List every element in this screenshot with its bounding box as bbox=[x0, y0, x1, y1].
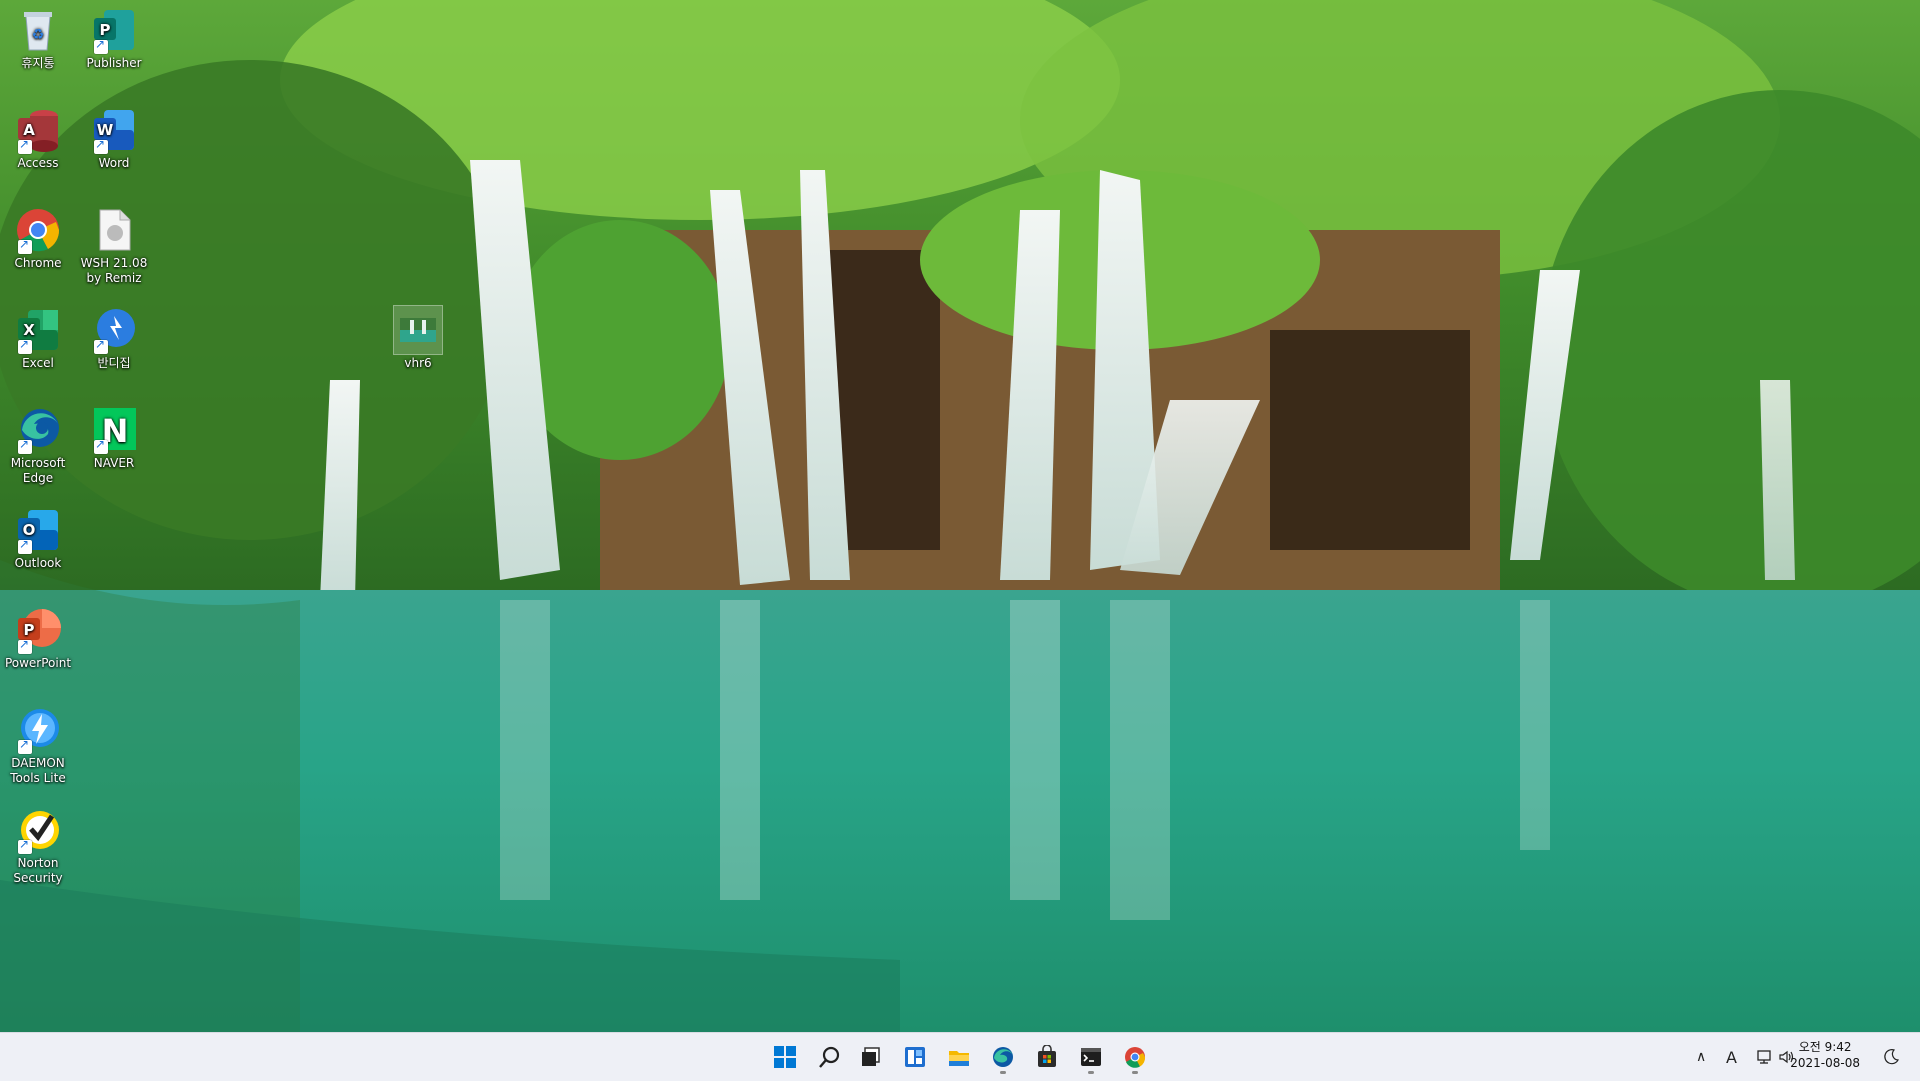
task-view-button[interactable] bbox=[852, 1039, 890, 1075]
task-view-icon bbox=[862, 1047, 880, 1066]
access-icon: A bbox=[14, 106, 62, 154]
store-icon bbox=[1038, 1045, 1056, 1067]
input-method-button[interactable]: A bbox=[1726, 1043, 1737, 1071]
desktop-icon-recycle-bin[interactable]: ♻ 휴지통 bbox=[0, 6, 76, 71]
notifications-button[interactable] bbox=[1882, 1043, 1900, 1071]
daemon-tools-icon bbox=[14, 706, 62, 754]
running-indicator bbox=[1000, 1071, 1006, 1074]
desktop-icon-label: Norton Security bbox=[13, 856, 63, 885]
focus-assist-moon-icon bbox=[1884, 1049, 1899, 1065]
desktop-icon-wsh[interactable]: WSH 21.08 by Remiz bbox=[76, 206, 152, 286]
desktop-icon-bandizip[interactable]: 반디집 bbox=[76, 306, 152, 371]
desktop-icon-powerpoint[interactable]: P PowerPoint bbox=[0, 606, 76, 671]
terminal-icon bbox=[1081, 1048, 1101, 1066]
search-button[interactable] bbox=[810, 1039, 848, 1075]
desktop-icon-publisher[interactable]: P Publisher bbox=[76, 6, 152, 71]
desktop-icon-label: Chrome bbox=[14, 256, 62, 270]
desktop-icon-outlook[interactable]: O Outlook bbox=[0, 506, 76, 571]
chrome-icon bbox=[1125, 1047, 1146, 1068]
desktop-icon-label: Microsoft Edge bbox=[10, 456, 66, 485]
recycle-bin-icon: ♻ bbox=[14, 6, 62, 54]
word-icon: W bbox=[90, 106, 138, 154]
edge-icon bbox=[14, 406, 62, 454]
desktop[interactable]: ♻ 휴지통 P Publisher A Access W Word Chrome bbox=[0, 0, 1920, 1032]
image-file-icon bbox=[393, 305, 443, 355]
widgets-button[interactable] bbox=[896, 1039, 934, 1075]
norton-icon bbox=[14, 806, 62, 854]
desktop-icon-label: PowerPoint bbox=[4, 656, 72, 670]
chevron-up-icon: ∧ bbox=[1696, 1049, 1707, 1065]
ime-indicator: A bbox=[1726, 1047, 1737, 1067]
desktop-icon-label: vhr6 bbox=[404, 356, 432, 370]
network-icon bbox=[1757, 1050, 1771, 1064]
wsh-file-icon bbox=[90, 206, 138, 254]
terminal-button[interactable] bbox=[1072, 1039, 1110, 1075]
desktop-icon-label: Outlook bbox=[14, 556, 62, 570]
start-button[interactable] bbox=[766, 1039, 804, 1075]
powerpoint-icon: P bbox=[14, 606, 62, 654]
svg-text:♻: ♻ bbox=[32, 27, 45, 43]
store-button[interactable] bbox=[1028, 1039, 1066, 1075]
clock-button[interactable]: 오전 9:42 2021-08-08 bbox=[1790, 1039, 1860, 1071]
clock-time: 오전 9:42 bbox=[1798, 1040, 1852, 1054]
file-explorer-button[interactable] bbox=[940, 1039, 978, 1075]
desktop-icon-label: Publisher bbox=[86, 56, 142, 70]
desktop-icon-excel[interactable]: X Excel bbox=[0, 306, 76, 371]
desktop-icon-chrome[interactable]: Chrome bbox=[0, 206, 76, 271]
desktop-icon-label: Word bbox=[98, 156, 130, 170]
excel-icon: X bbox=[14, 306, 62, 354]
desktop-icon-vhr6[interactable]: vhr6 bbox=[380, 305, 456, 371]
desktop-icon-label: WSH 21.08 by Remiz bbox=[80, 256, 148, 285]
desktop-icon-norton[interactable]: Norton Security bbox=[0, 806, 76, 886]
publisher-icon: P bbox=[90, 6, 138, 54]
show-hidden-icons-button[interactable]: ∧ bbox=[1696, 1043, 1706, 1071]
outlook-icon: O bbox=[14, 506, 62, 554]
naver-icon: N bbox=[90, 406, 138, 454]
edge-icon bbox=[993, 1047, 1013, 1067]
desktop-icon-label: DAEMON Tools Lite bbox=[10, 756, 66, 785]
chrome-taskbar-button[interactable] bbox=[1116, 1039, 1154, 1075]
desktop-icon-label: 반디집 bbox=[97, 356, 131, 370]
edge-taskbar-button[interactable] bbox=[984, 1039, 1022, 1075]
wallpaper-waterfall bbox=[0, 0, 1920, 1032]
running-indicator bbox=[1132, 1071, 1138, 1074]
desktop-icon-label: NAVER bbox=[93, 456, 135, 470]
start-icon bbox=[774, 1046, 796, 1068]
bandizip-icon bbox=[90, 306, 138, 354]
desktop-icon-access[interactable]: A Access bbox=[0, 106, 76, 171]
desktop-icon-word[interactable]: W Word bbox=[76, 106, 152, 171]
clock-date: 2021-08-08 bbox=[1790, 1056, 1860, 1070]
desktop-icon-label: 휴지통 bbox=[21, 56, 55, 70]
taskbar: ∧ A 오전 9:42 2021-08-08 bbox=[0, 1032, 1920, 1081]
desktop-icon-daemon[interactable]: DAEMON Tools Lite bbox=[0, 706, 76, 786]
chrome-icon bbox=[14, 206, 62, 254]
desktop-icon-label: Access bbox=[17, 156, 59, 170]
file-explorer-icon bbox=[949, 1051, 969, 1066]
search-icon bbox=[819, 1046, 840, 1068]
desktop-icon-naver[interactable]: N NAVER bbox=[76, 406, 152, 471]
desktop-icon-edge[interactable]: Microsoft Edge bbox=[0, 406, 76, 486]
desktop-icon-label: Excel bbox=[22, 356, 54, 370]
widgets-icon bbox=[905, 1047, 925, 1067]
running-indicator bbox=[1088, 1071, 1094, 1074]
